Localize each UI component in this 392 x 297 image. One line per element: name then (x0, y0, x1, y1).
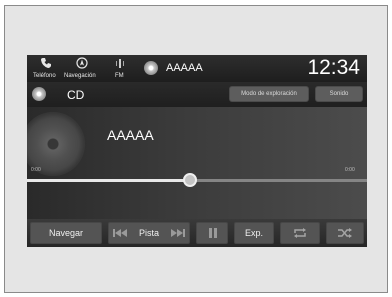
shuffle-icon (338, 228, 352, 238)
progress-handle[interactable] (183, 173, 198, 187)
track-control: Pista (108, 222, 190, 244)
elapsed-time: 0:00 (31, 167, 41, 173)
phone-icon (41, 58, 51, 68)
total-time: 0:00 (345, 167, 355, 173)
navigation-shortcut[interactable]: Navegación (64, 55, 100, 82)
phone-label: Teléfono (33, 73, 56, 79)
progress-fill (27, 179, 191, 182)
repeat-icon (294, 228, 306, 238)
phone-shortcut[interactable]: Teléfono (33, 55, 59, 82)
radio-icon (116, 59, 124, 68)
source-row: CD Modo de exploración Sonido (27, 82, 367, 107)
shuffle-button[interactable] (326, 222, 364, 244)
pause-button[interactable] (196, 222, 228, 244)
scan-mode-button[interactable]: Modo de exploración (229, 86, 309, 102)
sound-button[interactable]: Sonido (315, 86, 363, 102)
cd-source-icon (32, 87, 46, 101)
top-bar: Teléfono Navegación FM AAAAA 12:34 (27, 55, 367, 82)
track-label: Pista (138, 228, 159, 238)
track-title: AAAAA (107, 127, 154, 143)
fm-shortcut[interactable]: FM (113, 55, 127, 82)
navigation-label: Navegación (64, 73, 96, 79)
now-playing-area: AAAAA 0:00 0:00 (27, 107, 367, 219)
cd-icon (144, 61, 158, 75)
pause-icon (209, 228, 217, 238)
clock: 12:34 (307, 56, 360, 79)
navigation-icon (76, 57, 88, 69)
bottom-controls: Navegar Pista Exp. (27, 219, 367, 247)
browse-button[interactable]: Navegar (30, 222, 102, 244)
repeat-button[interactable] (280, 222, 320, 244)
next-track-icon[interactable] (171, 228, 185, 238)
previous-track-icon[interactable] (113, 228, 127, 238)
audio-screen: Teléfono Navegación FM AAAAA 12:34 CD Mo… (27, 55, 367, 247)
fm-label: FM (115, 73, 124, 79)
top-track-title: AAAAA (166, 62, 203, 74)
source-label: CD (67, 88, 85, 102)
explore-button[interactable]: Exp. (234, 222, 274, 244)
